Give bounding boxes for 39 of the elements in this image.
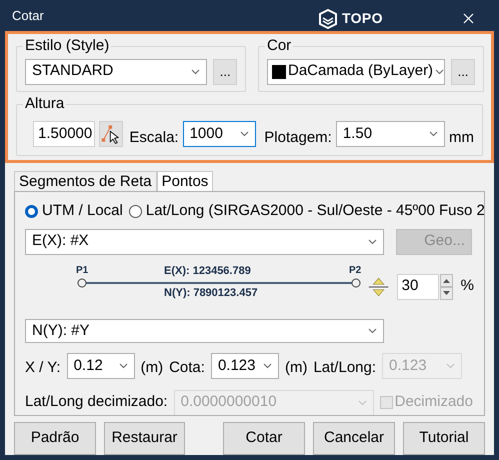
window-title: Cotar xyxy=(12,6,44,24)
color-more-button[interactable]: ... xyxy=(451,58,475,84)
precision-dropdown[interactable]: 0.12 xyxy=(66,353,135,380)
n-field-dropdown[interactable]: N(Y): #Y xyxy=(25,318,384,343)
color-dropdown[interactable]: DaCamada (ByLayer) xyxy=(267,58,445,84)
style-more-button[interactable]: ... xyxy=(213,58,237,84)
dialog-button[interactable]: Cotar xyxy=(223,422,305,455)
tab[interactable]: Pontos xyxy=(156,171,214,191)
dialog-button[interactable]: Restaurar xyxy=(104,422,185,455)
unit-label: (m) xyxy=(140,358,164,378)
decimal-label: Lat/Long decimizado: xyxy=(25,392,168,412)
style-dropdown[interactable]: STANDARD xyxy=(25,58,208,84)
radio-label: Lat/Long (SIRGAS2000 - Sul/Oeste - 45º00 Fuso 2 xyxy=(146,201,484,221)
precision-label: X / Y: xyxy=(25,358,61,378)
percent-label: % xyxy=(460,276,474,296)
logo-text: TOPO xyxy=(342,9,383,28)
coordinate-n-text: N(Y): 7890123.457 xyxy=(164,286,258,300)
dialog-button[interactable]: Cancelar xyxy=(313,422,395,455)
plot-label: Plotagem: xyxy=(264,128,332,148)
precision-dropdown[interactable]: 0.123 xyxy=(210,353,279,380)
coordinate-e-text: E(X): 123456.789 xyxy=(164,264,251,278)
dialog-button[interactable]: Padrão xyxy=(14,422,96,455)
point-label: P1 xyxy=(76,264,88,278)
offset-field[interactable]: 30 xyxy=(396,274,439,300)
height-field[interactable]: 1.50000 xyxy=(33,120,95,147)
tab[interactable]: Segmentos de Reta xyxy=(14,171,157,191)
radio-label: UTM / Local xyxy=(42,201,123,221)
unit-label: mm xyxy=(449,128,474,148)
scale-label: Escala: xyxy=(129,128,179,148)
checkbox-label: Decimizado xyxy=(394,392,473,412)
precision-label: Lat/Long: xyxy=(313,358,376,378)
unit-label: (m) xyxy=(284,358,308,378)
dialog-button[interactable]: Tutorial xyxy=(403,422,485,455)
plot-dropdown[interactable]: 1.50 xyxy=(336,120,445,147)
precision-label: Cota: xyxy=(169,358,205,378)
group-label: Estilo (Style) xyxy=(23,36,112,54)
scale-dropdown[interactable]: 1000 xyxy=(182,120,256,147)
point-label: P2 xyxy=(349,264,362,278)
e-field-dropdown[interactable]: E(X): #X xyxy=(25,228,384,254)
